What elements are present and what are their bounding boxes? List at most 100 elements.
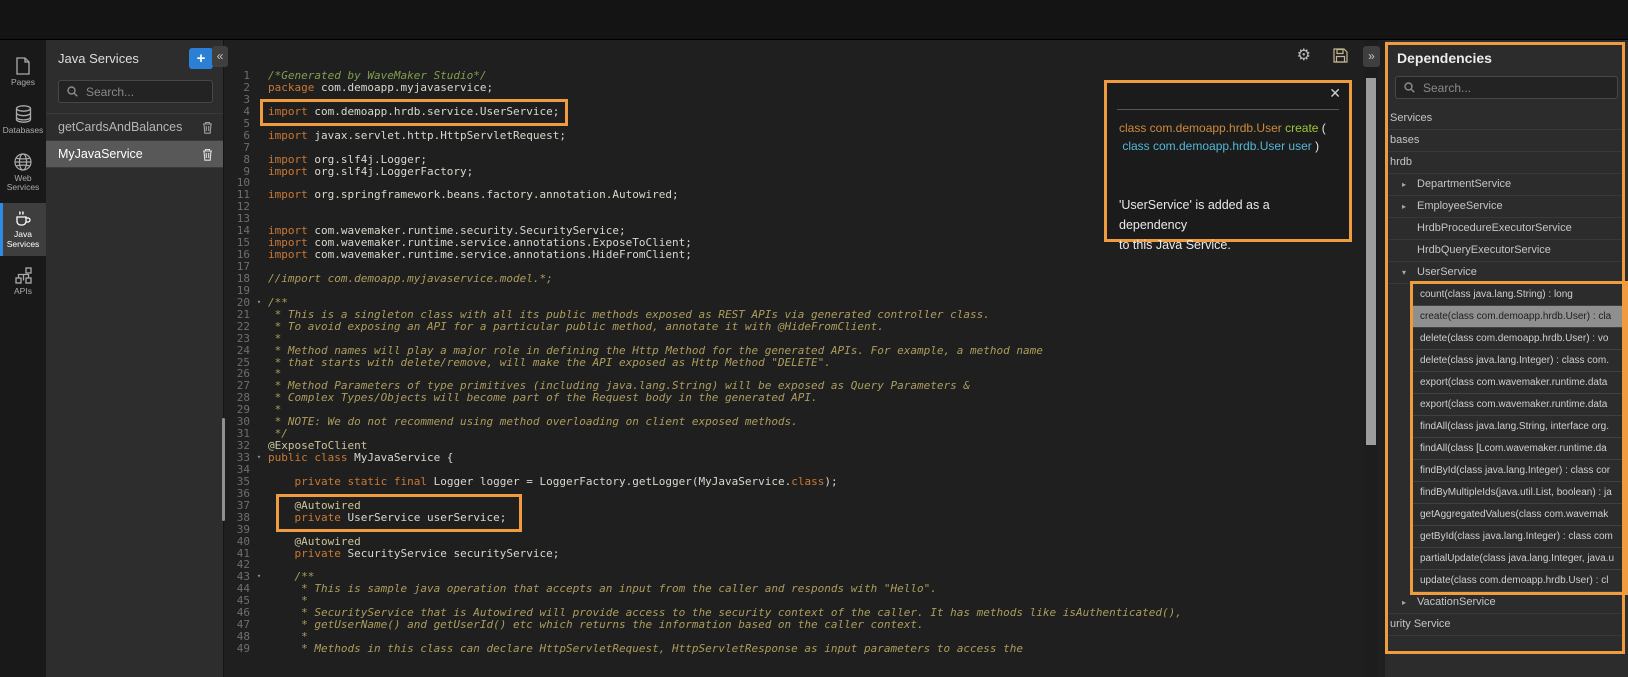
tree-item-hrdbprocedureexecutorservice[interactable]: HrdbProcedureExecutorService	[1385, 218, 1625, 240]
method-item[interactable]: count(class java.lang.String) : long	[1413, 284, 1625, 306]
close-icon[interactable]: ✕	[1329, 86, 1341, 102]
trash-icon[interactable]	[202, 121, 213, 134]
code-line[interactable]: 31 */	[224, 428, 1364, 440]
tree-item-urity-service[interactable]: urity Service	[1385, 614, 1625, 636]
fold-arrow-icon[interactable]: ▾	[250, 571, 268, 583]
chevron-right-icon[interactable]: ▸	[1402, 174, 1417, 195]
code-line[interactable]: 49 * Methods in this class can declare H…	[224, 643, 1364, 655]
code-line[interactable]: 39	[224, 524, 1364, 536]
collapse-panel-button[interactable]: «	[212, 46, 228, 67]
sidebar-item-databases[interactable]: Databases	[0, 98, 46, 142]
method-item[interactable]: getById(class java.lang.Integer) : class…	[1413, 526, 1625, 548]
search-input[interactable]	[1421, 80, 1609, 96]
fold-spacer	[250, 488, 268, 500]
code-line[interactable]: 26 *	[224, 368, 1364, 380]
code-line[interactable]: 27 * Method Parameters of type primitive…	[224, 380, 1364, 392]
code-line[interactable]: 23 *	[224, 333, 1364, 345]
code-line[interactable]: 42	[224, 559, 1364, 571]
code-line[interactable]: 18//import com.demoapp.myjavaservice.mod…	[224, 273, 1364, 285]
code-line[interactable]: 32@ExposeToClient	[224, 440, 1364, 452]
method-item[interactable]: getAggregatedValues(class com.wavemak	[1413, 504, 1625, 526]
fold-arrow-icon[interactable]: ▾	[250, 452, 268, 464]
code-line[interactable]: 33▾public class MyJavaService {	[224, 452, 1364, 464]
code-line[interactable]: 43▾ /**	[224, 571, 1364, 583]
tree-item-employeeservice[interactable]: ▸EmployeeService	[1385, 196, 1625, 218]
code-line[interactable]: 45 *	[224, 595, 1364, 607]
chevron-right-icon[interactable]: ▸	[1402, 592, 1417, 613]
code-line[interactable]: 29 *	[224, 404, 1364, 416]
service-list-item[interactable]: getCardsAndBalances	[46, 114, 223, 141]
code-line[interactable]: 37 @Autowired	[224, 500, 1364, 512]
sidebar-item-web-services[interactable]: Web Services	[0, 146, 46, 200]
tree-item-label: VacationService	[1417, 592, 1496, 613]
method-item[interactable]: export(class com.wavemaker.runtime.data	[1413, 394, 1625, 416]
sidebar-item-java-services[interactable]: Java Services	[0, 203, 46, 256]
service-list-item-selected[interactable]: MyJavaService	[46, 141, 223, 168]
fold-arrow-icon[interactable]: ▾	[250, 297, 268, 309]
tree-item-services[interactable]: Services	[1385, 108, 1625, 130]
code-line[interactable]: 20▾/**	[224, 297, 1364, 309]
code-line[interactable]: 44 * This is sample java operation that …	[224, 583, 1364, 595]
code-line[interactable]: 25 * that starts with delete/remove, wil…	[224, 357, 1364, 369]
code-line[interactable]: 22 * To avoid exposing an API for a part…	[224, 321, 1364, 333]
code-line[interactable]: 41 private SecurityService securityServi…	[224, 548, 1364, 560]
code-line[interactable]: 40 @Autowired	[224, 536, 1364, 548]
code-line[interactable]: 17	[224, 261, 1364, 273]
code-line[interactable]: 21 * This is a singleton class with all …	[224, 309, 1364, 321]
method-item[interactable]: delete(class com.demoapp.hrdb.User) : vo	[1413, 328, 1625, 350]
code-line[interactable]: 34	[224, 464, 1364, 476]
code-line[interactable]: 35 private static final Logger logger = …	[224, 476, 1364, 488]
method-item[interactable]: findAll(class java.lang.String, interfac…	[1413, 416, 1625, 438]
method-item[interactable]: findByMultipleIds(java.util.List, boolea…	[1413, 482, 1625, 504]
tree-item-label: HrdbProcedureExecutorService	[1417, 218, 1572, 239]
sidebar-item-apis[interactable]: APIs	[0, 260, 46, 303]
code-line[interactable]: 19	[224, 285, 1364, 297]
add-service-button[interactable]: +	[189, 48, 213, 69]
sidebar-item-pages[interactable]: Pages	[0, 50, 46, 94]
code-line[interactable]: 30 * NOTE: We do not recommend using met…	[224, 416, 1364, 428]
line-number: 22	[224, 321, 250, 333]
method-item[interactable]: findById(class java.lang.Integer) : clas…	[1413, 460, 1625, 482]
code-line[interactable]: 47 * getUserName() and getUserId() etc w…	[224, 619, 1364, 631]
fold-spacer	[250, 548, 268, 560]
tree-item-userservice[interactable]: ▾UserService	[1385, 262, 1625, 284]
method-item[interactable]: export(class com.wavemaker.runtime.data	[1413, 372, 1625, 394]
expand-panel-button[interactable]: »	[1363, 46, 1380, 67]
code-text: *	[268, 333, 1364, 345]
method-item[interactable]: findAll(class [Lcom.wavemaker.runtime.da	[1413, 438, 1625, 460]
tree-item-bases[interactable]: bases	[1385, 130, 1625, 152]
code-text: private SecurityService securityService;	[268, 548, 1364, 560]
code-line[interactable]: 24 * Method names will play a major role…	[224, 345, 1364, 357]
scrollbar-thumb[interactable]	[1366, 78, 1376, 445]
code-line[interactable]: 36	[224, 488, 1364, 500]
tree-item-hrdbqueryexecutorservice[interactable]: HrdbQueryExecutorService	[1385, 240, 1625, 262]
search-input[interactable]	[84, 84, 204, 100]
editor-settings-gear-icon[interactable]: ⚙	[1297, 47, 1311, 63]
code-text	[268, 488, 1364, 500]
code-line[interactable]: 38 private UserService userService;	[224, 512, 1364, 524]
method-item[interactable]: update(class com.demoapp.hrdb.User) : cl	[1413, 570, 1625, 592]
save-icon[interactable]	[1333, 48, 1348, 63]
code-line[interactable]: 48 *	[224, 631, 1364, 643]
chevron-right-icon[interactable]: ▸	[1402, 196, 1417, 217]
method-item[interactable]: partialUpdate(class java.lang.Integer, j…	[1413, 548, 1625, 570]
line-number: 40	[224, 536, 250, 548]
tree-item-vacationservice[interactable]: ▸VacationService	[1385, 592, 1625, 614]
dependencies-tree: Servicesbaseshrdb▸DepartmentService▸Empl…	[1385, 108, 1625, 636]
editor-scrollbar[interactable]	[1364, 40, 1378, 677]
method-item[interactable]: delete(class java.lang.Integer) : class …	[1413, 350, 1625, 372]
code-line[interactable]: 46 * SecurityService that is Autowired w…	[224, 607, 1364, 619]
tree-item-hrdb[interactable]: hrdb	[1385, 152, 1625, 174]
method-item-selected[interactable]: create(class com.demoapp.hrdb.User) : cl…	[1413, 306, 1625, 328]
chevron-down-icon[interactable]: ▾	[1402, 262, 1417, 283]
tree-item-departmentservice[interactable]: ▸DepartmentService	[1385, 174, 1625, 196]
fold-spacer	[250, 583, 268, 595]
fold-spacer	[250, 440, 268, 452]
trash-icon[interactable]	[202, 148, 213, 161]
line-number: 36	[224, 488, 250, 500]
code-line[interactable]: 28 * Complex Types/Objects will become p…	[224, 392, 1364, 404]
fold-spacer	[250, 428, 268, 440]
panel-splitter-handle[interactable]	[222, 418, 225, 521]
dependencies-search[interactable]	[1395, 76, 1618, 99]
service-search[interactable]	[58, 80, 213, 103]
